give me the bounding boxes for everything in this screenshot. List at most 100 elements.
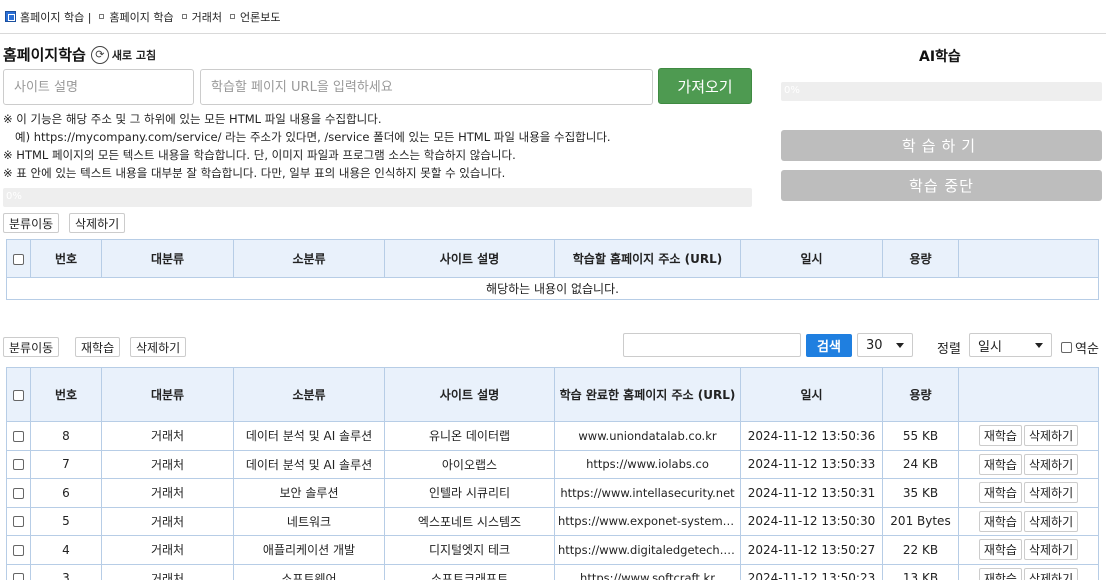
row-select-cell [6,535,31,565]
table-header-row: 번호 대분류 소분류 사이트 설명 학습 완료한 홈페이지 주소 (URL) 일… [6,367,1099,422]
col-major-category: 대분류 [101,367,234,422]
pending-table: 번호 대분류 소분류 사이트 설명 학습할 홈페이지 주소 (URL) 일시 용… [6,239,1099,300]
cell-site-description: 엑스포네트 시스템즈 [384,506,555,536]
table-row: 7 거래처 데이터 분석 및 AI 솔루션 아이오랩스 https://www.iola… [6,449,1099,479]
row-checkbox[interactable] [13,573,24,580]
cell-number: 4 [30,535,102,565]
cell-date: 2024-11-12 13:50:31 [740,478,883,508]
tab-label: 거래처 [191,10,223,24]
row-delete-button[interactable]: 삭제하기 [1023,453,1079,475]
row-checkbox[interactable] [13,544,24,556]
title-row: 홈페이지학습 ⟳ 새로 고침 [3,44,156,65]
row-delete-button[interactable]: 삭제하기 [1023,567,1079,580]
progress-label: 0% [6,191,22,202]
col-site-description: 사이트 설명 [384,239,555,278]
tab-press[interactable]: 언론보도 [230,9,281,25]
row-relearn-button[interactable]: 재학습 [978,567,1022,580]
cell-actions: 재학습 삭제하기 [958,563,1099,580]
row-relearn-button[interactable]: 재학습 [978,453,1022,475]
cell-size: 201 Bytes [882,506,959,536]
search-input[interactable] [623,333,801,357]
select-all-checkbox[interactable] [13,253,24,265]
move-category-button[interactable]: 분류이동 [3,213,60,233]
search-button[interactable]: 검색 [806,334,852,357]
cell-major-category: 거래처 [101,535,234,565]
table-row: 4 거래처 애플리케이션 개발 디지털엣지 테크 https://www.digital… [6,535,1099,565]
cell-number: 6 [30,478,102,508]
row-relearn-button[interactable]: 재학습 [978,425,1022,447]
reverse-order-label: 역순 [1075,342,1099,357]
cell-size: 13 KB [882,563,959,580]
row-checkbox[interactable] [13,459,24,471]
col-actions [958,367,1099,422]
col-number: 번호 [30,367,102,422]
cell-major-category: 거래처 [101,449,234,479]
ai-panel-title: AI학습 [919,49,961,65]
cell-major-category: 거래처 [101,478,234,508]
url-input[interactable] [200,69,653,105]
tab-homepage-learning-active[interactable]: 홈페이지 학습 | [5,9,91,25]
cell-date: 2024-11-12 13:50:30 [740,506,883,536]
page-size-value: 30 [866,337,883,353]
select-all-checkbox[interactable] [13,389,24,401]
sort-label: 정렬 [937,342,961,357]
sort-select[interactable]: 일시 [969,333,1052,357]
tab-clients[interactable]: 거래처 [181,9,223,25]
tab-label: 홈페이지 학습 | [20,10,92,24]
refresh-icon[interactable]: ⟳ [90,45,109,64]
cell-actions: 재학습 삭제하기 [958,478,1099,508]
learn-button[interactable]: 학습하기 [781,130,1102,161]
delete-button[interactable]: 삭제하기 [69,213,126,233]
row-delete-button[interactable]: 삭제하기 [1023,539,1079,561]
cell-date: 2024-11-12 13:50:36 [740,421,883,451]
site-description-input[interactable] [3,69,194,105]
cell-actions: 재학습 삭제하기 [958,421,1099,451]
tab-homepage-learning[interactable]: 홈페이지 학습 [99,9,174,25]
cell-minor-category: 애플리케이션 개발 [233,535,385,565]
refresh-button[interactable]: 새로 고침 [112,47,156,63]
row-select-cell [6,478,31,508]
cell-size: 22 KB [882,535,959,565]
note-line: ※ 이 기능은 해당 주소 및 그 하위에 있는 모든 HTML 파일 내용을 … [3,112,382,126]
cell-url: https://www.intellasecurity.net [554,478,741,508]
cell-site-description: 아이오랩스 [384,449,555,479]
fetch-button[interactable]: 가져오기 [658,68,752,104]
row-checkbox[interactable] [13,430,24,442]
cell-size: 24 KB [882,449,959,479]
tab-label: 홈페이지 학습 [109,10,174,24]
row-delete-button[interactable]: 삭제하기 [1023,510,1079,532]
cell-actions: 재학습 삭제하기 [958,506,1099,536]
bullet-icon [99,14,105,19]
move-category-button[interactable]: 분류이동 [3,337,60,357]
cell-url: https://www.iolabs.co [554,449,741,479]
window-icon [5,11,16,22]
stop-learning-button[interactable]: 학습 중단 [781,170,1102,201]
reverse-order-toggle[interactable]: 역순 [1061,338,1099,357]
cell-site-description: 디지털엣지 테크 [384,535,555,565]
page-size-select[interactable]: 30 [857,333,913,357]
reverse-order-checkbox[interactable] [1061,342,1072,353]
row-relearn-button[interactable]: 재학습 [978,510,1022,532]
row-delete-button[interactable]: 삭제하기 [1023,425,1079,447]
row-checkbox[interactable] [13,487,24,499]
table-header-row: 번호 대분류 소분류 사이트 설명 학습할 홈페이지 주소 (URL) 일시 용… [6,239,1099,278]
relearn-button[interactable]: 재학습 [75,337,121,357]
learn-progress-bar: 0% [781,82,1102,101]
row-relearn-button[interactable]: 재학습 [978,539,1022,561]
row-delete-button[interactable]: 삭제하기 [1023,482,1079,504]
empty-row: 해당하는 내용이 없습니다. [6,277,1099,300]
bullet-icon [181,14,187,19]
cell-major-category: 거래처 [101,421,234,451]
delete-button[interactable]: 삭제하기 [130,337,187,357]
collect-progress-bar: 0% [3,188,752,207]
cell-minor-category: 데이터 분석 및 AI 솔루션 [233,421,385,451]
cell-site-description: 소프트크래프트 [384,563,555,580]
cell-date: 2024-11-12 13:50:33 [740,449,883,479]
cell-number: 8 [30,421,102,451]
col-major-category: 대분류 [101,239,234,278]
cell-size: 55 KB [882,421,959,451]
chevron-down-icon [1035,342,1043,348]
row-checkbox[interactable] [13,516,24,528]
cell-size: 35 KB [882,478,959,508]
row-relearn-button[interactable]: 재학습 [978,482,1022,504]
